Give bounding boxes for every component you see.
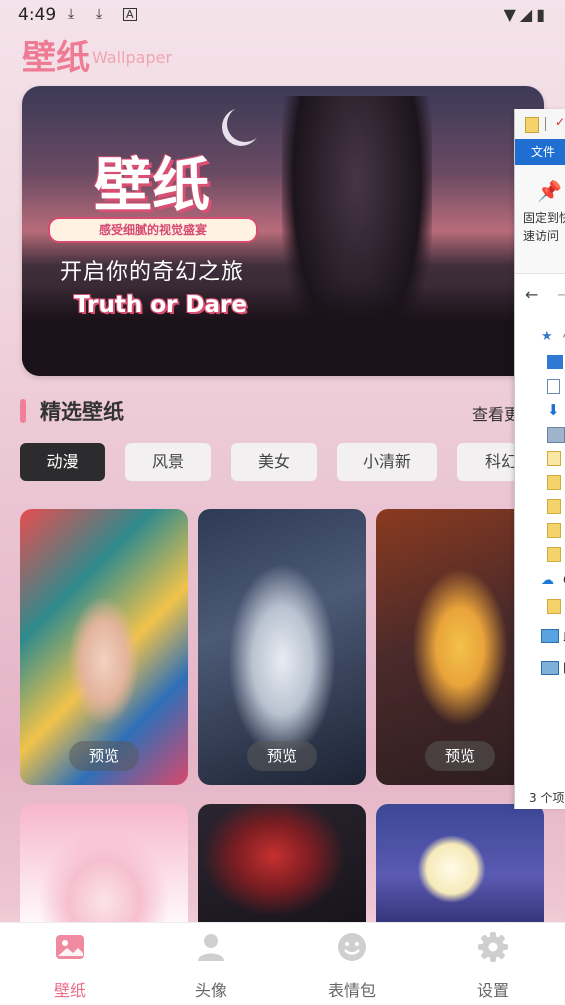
- this-pc-icon[interactable]: [541, 629, 559, 643]
- folder-icon[interactable]: [547, 523, 561, 538]
- preview-button[interactable]: 预览: [69, 741, 139, 771]
- app-title: 壁纸 Wallpaper: [22, 30, 172, 78]
- section-accent-bar: [20, 399, 26, 423]
- category-beauty[interactable]: 美女: [231, 443, 317, 481]
- signal-icon: ◢: [519, 5, 537, 24]
- view-more-link[interactable]: 查看更: [472, 401, 520, 425]
- user-icon: [198, 934, 224, 961]
- preview-button[interactable]: 预览: [425, 741, 495, 771]
- folder-icon[interactable]: [547, 547, 561, 562]
- tab-settings[interactable]: 设置: [443, 923, 543, 1005]
- moon-decoration: [227, 106, 263, 142]
- tab-wallpaper[interactable]: 壁纸: [20, 923, 120, 1005]
- battery-icon: ▮: [536, 5, 549, 24]
- category-scenery[interactable]: 风景: [125, 443, 211, 481]
- banner-subtitle: 开启你的奇幻之旅: [60, 260, 245, 285]
- wallpaper-card[interactable]: [198, 804, 366, 934]
- quick-access-toolbar: ✓: [515, 109, 565, 140]
- onedrive-icon[interactable]: ☁: [541, 573, 554, 588]
- back-arrow-icon[interactable]: ←: [525, 285, 538, 304]
- tab-label: 表情包: [327, 981, 376, 1000]
- bottom-tab-bar: 壁纸 头像 表情包 设置: [0, 922, 565, 1005]
- download-icon: ⤓: [68, 6, 75, 22]
- desktop-icon[interactable]: [547, 355, 563, 369]
- tab-label: 壁纸: [53, 981, 86, 1000]
- wallpaper-card[interactable]: 预览: [20, 509, 188, 785]
- pin-label-line2: 速访问: [523, 229, 560, 243]
- app-title-cn: 壁纸: [22, 38, 90, 78]
- featured-section-header: 精选壁纸 查看更: [20, 396, 565, 426]
- banner-tagline: 感受细腻的视觉盛宴: [48, 217, 258, 243]
- banner-english: Truth or Dare: [74, 292, 247, 318]
- category-fresh[interactable]: 小清新: [337, 443, 437, 481]
- pictures-icon[interactable]: [547, 427, 565, 443]
- file-tab[interactable]: 文件: [515, 139, 565, 165]
- network-icon[interactable]: [541, 661, 559, 675]
- status-bar: 4:49 ⤓ ⤓ A ▼◢▮: [0, 0, 565, 30]
- preview-button[interactable]: 预览: [247, 741, 317, 771]
- tab-label: 设置: [476, 981, 509, 1000]
- download-icon: ⤓: [96, 6, 103, 22]
- forward-arrow-icon[interactable]: →: [557, 285, 565, 304]
- image-icon: [56, 935, 84, 959]
- quick-access-icon[interactable]: ★: [541, 329, 553, 344]
- a-icon: A: [123, 8, 137, 21]
- file-explorer-window[interactable]: ✓ 文件 📌 固定到快 速访问 ← → ★ 快 ⬇ ☁ O 此 网 3 个项: [514, 109, 565, 809]
- section-title: 精选壁纸: [40, 400, 124, 424]
- gear-icon: [478, 932, 508, 962]
- ribbon: 📌 固定到快 速访问: [515, 165, 565, 274]
- app-title-en: Wallpaper: [92, 48, 173, 67]
- tab-avatar[interactable]: 头像: [161, 923, 261, 1005]
- downloads-icon[interactable]: ⬇: [547, 401, 560, 419]
- properties-icon[interactable]: ✓: [555, 115, 565, 129]
- wifi-icon: ▼: [503, 5, 520, 24]
- folder-icon[interactable]: [547, 599, 561, 614]
- toolbar-separator: [545, 117, 546, 131]
- tab-label: 头像: [194, 981, 227, 1000]
- status-right-icons: ▼◢▮: [504, 5, 549, 24]
- folder-icon[interactable]: [525, 117, 539, 133]
- banner-title: 壁纸: [94, 151, 211, 219]
- wallpaper-card[interactable]: 预览: [198, 509, 366, 785]
- status-time: 4:49: [18, 5, 57, 25]
- folder-icon[interactable]: [547, 499, 561, 514]
- smiley-icon: [338, 933, 366, 961]
- item-count: 3 个项: [529, 791, 565, 805]
- pin-to-quick-access-label[interactable]: 固定到快 速访问: [523, 209, 565, 245]
- category-scifi[interactable]: 科幻: [457, 443, 517, 481]
- category-anime[interactable]: 动漫: [20, 443, 105, 481]
- pin-label-line1: 固定到快: [523, 211, 565, 225]
- pin-icon[interactable]: 📌: [537, 179, 562, 203]
- document-icon[interactable]: [547, 379, 560, 394]
- hero-banner[interactable]: 壁纸 感受细腻的视觉盛宴 开启你的奇幻之旅 Truth or Dare: [22, 86, 544, 376]
- folder-icon[interactable]: [547, 475, 561, 490]
- folder-icon[interactable]: [547, 451, 561, 466]
- tab-stickers[interactable]: 表情包: [302, 923, 402, 1005]
- wallpaper-card[interactable]: [376, 804, 544, 934]
- wallpaper-card[interactable]: [20, 804, 188, 934]
